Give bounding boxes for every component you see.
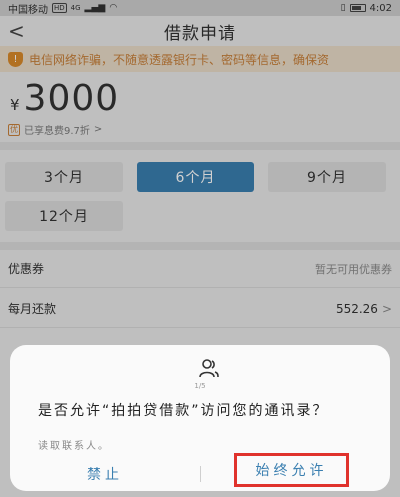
permission-pager: 1/5 xyxy=(194,382,206,390)
dialog-button-row: 禁止 始终允许 xyxy=(10,453,390,488)
permission-detail: 读取联系人。 xyxy=(38,441,110,452)
contacts-icon xyxy=(199,359,219,378)
deny-button[interactable]: 禁止 xyxy=(10,464,200,484)
permission-dialog: 1/5 是否允许“拍拍贷借款”访问您的通讯录？ 读取联系人。 禁止 始终允许 xyxy=(10,345,390,491)
button-divider xyxy=(200,466,201,482)
permission-question: 是否允许“拍拍贷借款”访问您的通讯录？ xyxy=(38,403,329,419)
always-allow-button[interactable]: 始终允许 xyxy=(234,453,349,487)
